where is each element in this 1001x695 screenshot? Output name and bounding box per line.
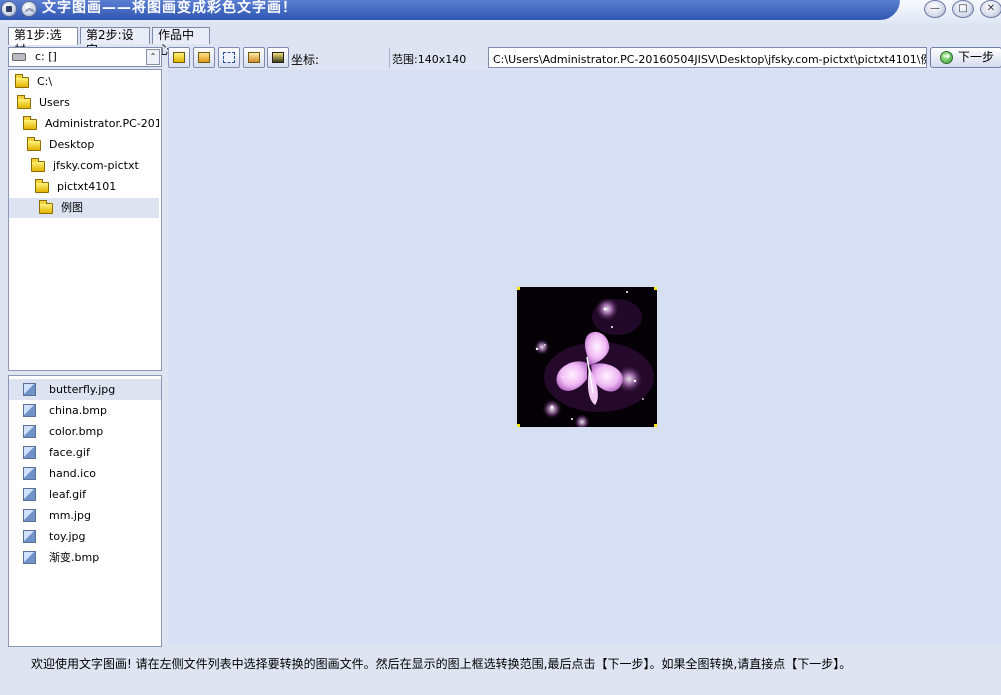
file-item-label: 渐变.bmp (49, 551, 100, 564)
file-item-label: butterfly.jpg (49, 383, 116, 396)
folder-icon (23, 116, 37, 130)
file-item[interactable]: face.gif (9, 442, 161, 463)
image-file-icon (23, 404, 36, 417)
image-file-icon (23, 467, 36, 480)
select-region-icon (223, 52, 235, 63)
image-file-icon (23, 530, 36, 543)
tree-item[interactable]: jfsky.com-pictxt (9, 156, 159, 176)
file-item-label: hand.ico (49, 467, 96, 480)
file-item-label: mm.jpg (49, 509, 91, 522)
app-title: 文字图画——将图画变成彩色文字画！ (42, 0, 297, 16)
file-item[interactable]: china.bmp (9, 400, 161, 421)
image-file-icon (23, 488, 36, 501)
collapse-button[interactable]: ︽ (21, 1, 37, 17)
range-label: 范围:140x140 (392, 53, 467, 66)
chevron-down-icon[interactable]: ⌃ (146, 49, 160, 65)
file-item[interactable]: leaf.gif (9, 484, 161, 505)
toolbar: 坐标: 范围:140x140 C:\Users\Administrator.PC… (168, 47, 1001, 69)
next-step-button[interactable]: ➜ 下一步 (930, 47, 1001, 68)
tree-item-label: C:\ (37, 75, 53, 88)
tree-item-label: 例图 (61, 201, 83, 214)
selection-handle[interactable] (517, 287, 520, 290)
tree-item[interactable]: Administrator.PC-20160 (9, 114, 159, 134)
close-button[interactable]: ✕ (980, 0, 1001, 18)
selection-handle[interactable] (654, 424, 657, 427)
file-item[interactable]: 渐变.bmp (9, 547, 161, 568)
tree-item-label: Users (39, 96, 70, 109)
image-button[interactable] (243, 47, 265, 68)
status-bar: 欢迎使用文字图画! 请在左侧文件列表中选择要转换的图画文件。然后在显示的图上框选… (0, 647, 1001, 695)
file-item-label: color.bmp (49, 425, 104, 438)
tree-item[interactable]: Users (9, 93, 159, 113)
file-item-label: leaf.gif (49, 488, 87, 501)
title-bar: ︽ 文字图画——将图画变成彩色文字画！ — □ ✕ (0, 0, 1001, 26)
drive-select[interactable]: c: [] ⌃ (8, 47, 162, 67)
file-item[interactable]: toy.jpg (9, 526, 161, 547)
image-file-icon (23, 425, 36, 438)
selection-handle[interactable] (517, 424, 520, 427)
minimize-button[interactable]: — (924, 0, 946, 18)
file-item[interactable]: mm.jpg (9, 505, 161, 526)
file-item[interactable]: color.bmp (9, 421, 161, 442)
file-item-label: face.gif (49, 446, 90, 459)
tree-item[interactable]: pictxt4101 (9, 177, 159, 197)
tree-item-label: pictxt4101 (57, 180, 117, 193)
image-file-icon (23, 551, 36, 564)
folder-tree[interactable]: C:\ Users Administrator.PC-20160 Desktop jfs… (8, 69, 162, 371)
image-file-icon (23, 446, 36, 459)
folder-icon (27, 137, 41, 151)
image-canvas[interactable] (168, 70, 1001, 645)
coordinate-label: 坐标: (291, 53, 320, 67)
tree-item-label: jfsky.com-pictxt (53, 159, 139, 172)
folder-icon (15, 74, 29, 88)
image-frame-button[interactable] (267, 47, 289, 68)
folder-icon (39, 200, 53, 214)
open-folder-button[interactable] (168, 47, 190, 68)
image-file-icon (23, 509, 36, 522)
file-list[interactable]: butterfly.jpg china.bmp color.bmp face.gif h… (8, 375, 162, 647)
arrow-right-icon: ➜ (940, 51, 953, 64)
tab-step2-settings[interactable]: 第2步:设定 (80, 27, 150, 57)
left-panel: c: [] ⌃ C:\ Users Administrator.PC-20160 De… (8, 45, 164, 647)
select-region-button[interactable] (218, 47, 240, 68)
file-item-label: china.bmp (49, 404, 107, 417)
folder-icon (31, 158, 45, 172)
folder-icon (17, 95, 31, 109)
image-icon (248, 52, 260, 63)
file-item[interactable]: butterfly.jpg (9, 379, 161, 400)
tab-step1-select[interactable]: 第1步:选材 (8, 27, 78, 57)
file-item-label: toy.jpg (49, 530, 86, 543)
selection-handle[interactable] (654, 287, 657, 290)
file-path-field[interactable]: C:\Users\Administrator.PC-20160504JISV\D… (488, 47, 927, 68)
tree-item-label: Desktop (49, 138, 95, 151)
folder-icon (35, 179, 49, 193)
drive-icon (12, 53, 26, 61)
drive-value: c: [] (35, 50, 57, 63)
browse-folder-icon (198, 52, 210, 63)
browse-folder-button[interactable] (193, 47, 215, 68)
image-frame-icon (272, 52, 284, 63)
file-item[interactable]: hand.ico (9, 463, 161, 484)
open-folder-icon (173, 52, 185, 63)
status-message: 欢迎使用文字图画! 请在左侧文件列表中选择要转换的图画文件。然后在显示的图上框选… (31, 657, 852, 671)
tree-item-label: Administrator.PC-20160 (45, 117, 159, 130)
maximize-button[interactable]: □ (952, 0, 974, 18)
image-file-icon (23, 383, 36, 396)
toolbar-divider (389, 48, 390, 68)
tree-item[interactable]: Desktop (9, 135, 159, 155)
system-menu-button[interactable] (1, 1, 17, 17)
next-step-label: 下一步 (958, 50, 995, 64)
tree-item[interactable]: C:\ (9, 72, 159, 92)
tree-item[interactable]: 例图 (9, 198, 159, 218)
butterfly-preview-image[interactable] (517, 287, 657, 427)
tab-works-center[interactable]: 作品中心 (152, 27, 210, 57)
